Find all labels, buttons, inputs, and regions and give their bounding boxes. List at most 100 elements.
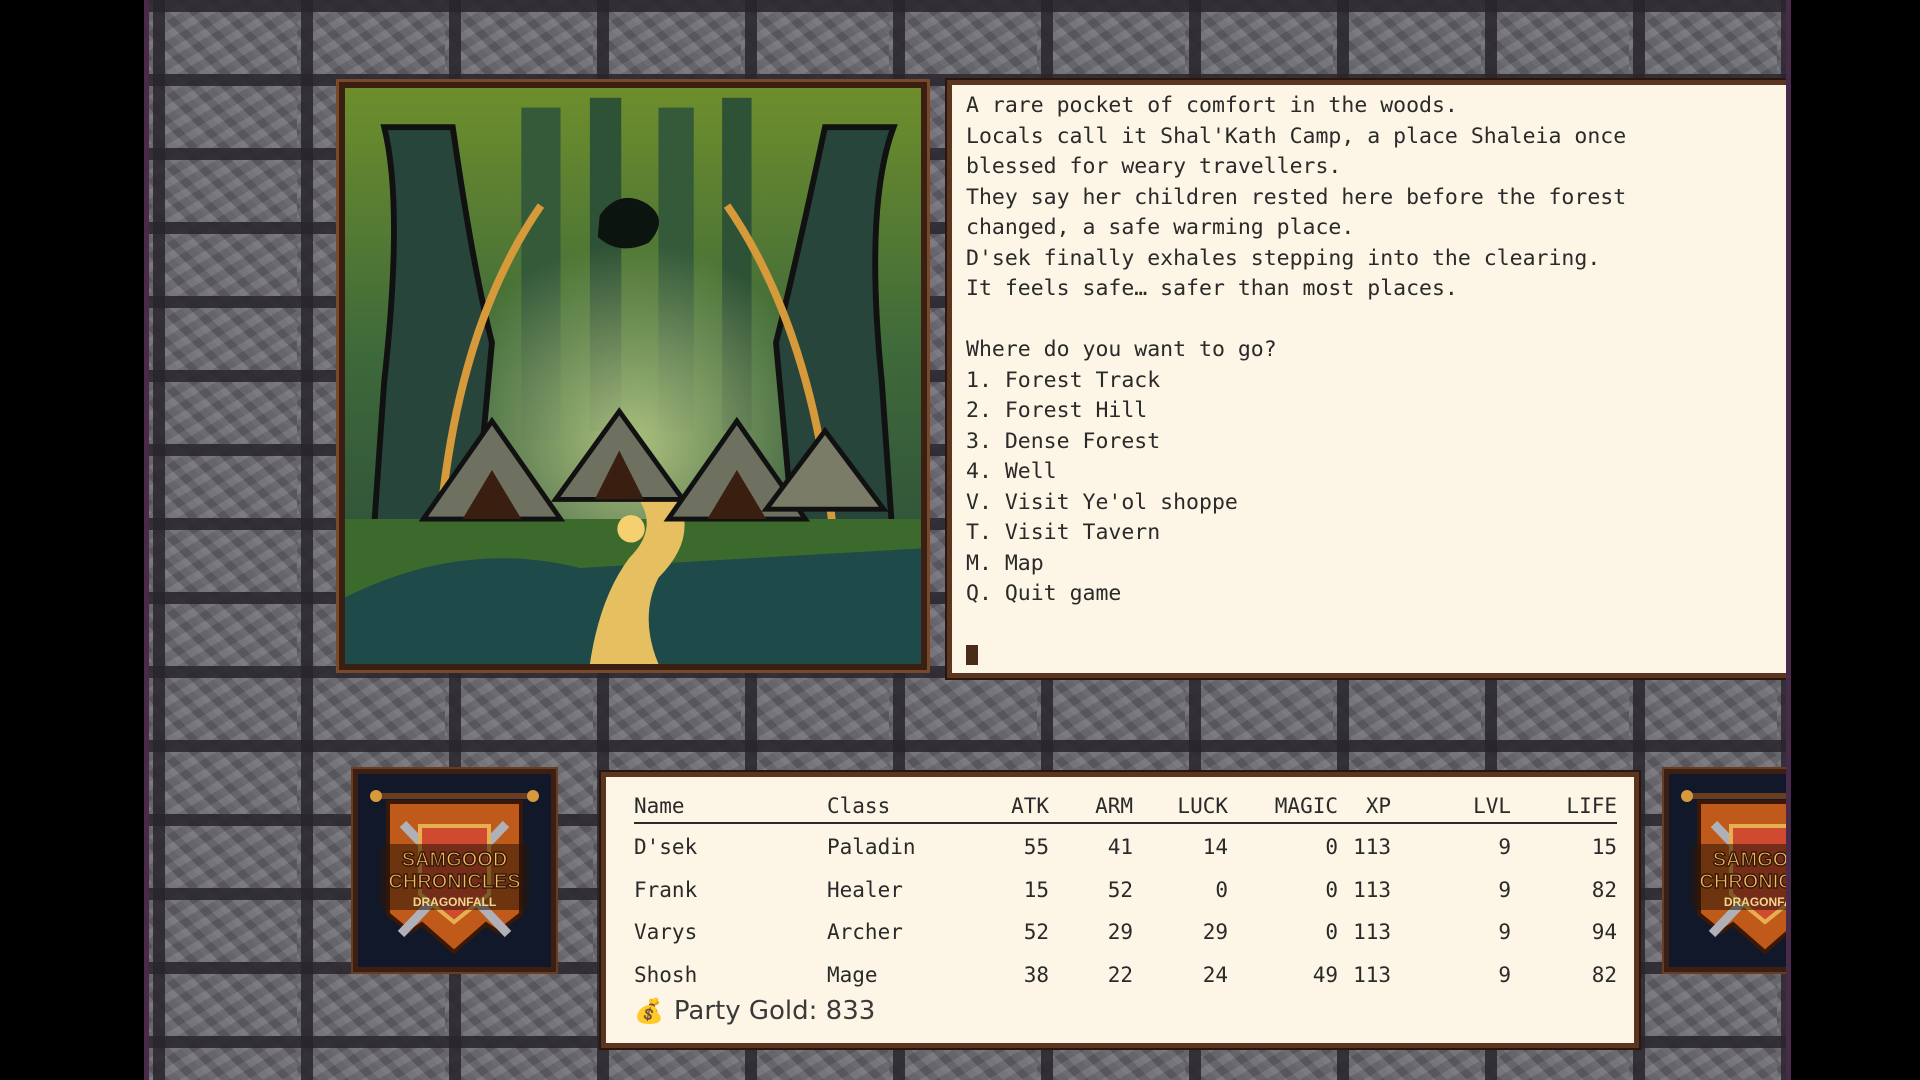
menu-option-key: 2. <box>966 398 992 423</box>
text-cursor <box>966 645 978 666</box>
menu-option-label: Visit Ye'ol shoppe <box>1004 489 1238 515</box>
member-magic: 0 <box>1325 877 1338 902</box>
menu-option[interactable]: 2. Forest Hill <box>966 398 1147 423</box>
col-header-class: Class <box>827 789 957 824</box>
member-atk: 15 <box>1023 877 1049 902</box>
narration-text: A rare pocket of comfort in the woods. L… <box>966 91 1786 335</box>
menu-option-key: T. <box>966 520 992 545</box>
crest-line2: CHRONICLES <box>388 871 520 893</box>
menu-option-key: 4. <box>966 459 992 484</box>
member-life: 82 <box>1591 962 1617 987</box>
narration-panel: A rare pocket of comfort in the woods. L… <box>947 80 1786 678</box>
menu-option-key: Q. <box>966 581 992 606</box>
member-xp: 113 <box>1353 920 1391 945</box>
narration-line: changed, a safe warming place. <box>966 215 1355 240</box>
member-name: Varys <box>634 920 698 945</box>
game-logo-icon: SAMGOOD CHRONICLES DRAGONFALL <box>1669 774 1791 967</box>
crest-right: SAMGOOD CHRONICLES DRAGONFALL <box>1664 769 1791 972</box>
menu-option[interactable]: M. Map <box>966 551 1044 576</box>
member-atk: 55 <box>1023 835 1049 860</box>
member-luck: 14 <box>1202 835 1228 860</box>
col-header-life: LIFE <box>1511 789 1617 824</box>
menu-option-key: 1. <box>966 367 992 393</box>
menu-option-label: Dense Forest <box>1004 428 1161 454</box>
party-stats-panel: Name Class ATK ARM LUCK MAGIC XP LVL LIF… <box>601 772 1639 1048</box>
menu-option[interactable]: Q. Quit game <box>966 581 1121 606</box>
menu-option-label: Forest Track <box>1004 367 1161 393</box>
member-magic: 0 <box>1325 835 1338 860</box>
col-header-arm: ARM <box>1049 789 1133 824</box>
member-atk: 38 <box>1023 962 1049 987</box>
table-row: Varys Archer 52 29 29 0 113 9 94 <box>634 911 1617 954</box>
member-arm: 41 <box>1107 835 1133 860</box>
forest-camp-image <box>345 88 921 664</box>
member-lvl: 9 <box>1498 835 1511 860</box>
crest-left: SAMGOOD CHRONICLES DRAGONFALL <box>353 769 556 972</box>
table-header-row: Name Class ATK ARM LUCK MAGIC XP LVL LIF… <box>634 789 1617 824</box>
party-gold-label: Party Gold: 833 <box>673 996 876 1026</box>
member-arm: 22 <box>1107 962 1133 987</box>
party-stats-table: Name Class ATK ARM LUCK MAGIC XP LVL LIF… <box>634 789 1617 996</box>
menu-option[interactable]: T. Visit Tavern <box>966 520 1160 545</box>
member-class: Paladin <box>827 835 916 860</box>
table-row: Shosh Mage 38 22 24 49 113 9 82 <box>634 954 1617 997</box>
narration-line: A rare pocket of comfort in the woods. <box>966 93 1458 118</box>
crest-line1: SAMGOOD <box>402 849 508 871</box>
member-name: D'sek <box>634 835 698 860</box>
col-header-lvl: LVL <box>1391 789 1511 824</box>
narration-line: D'sek finally exhales stepping into the … <box>966 245 1601 271</box>
crest-line3: DRAGONFALL <box>413 895 496 909</box>
table-row: D'sek Paladin 55 41 14 0 113 9 15 <box>634 823 1617 869</box>
member-lvl: 9 <box>1498 877 1511 902</box>
menu-option-key: V. <box>966 489 992 515</box>
menu-option-key: 3. <box>966 428 992 454</box>
member-class: Mage <box>827 962 878 987</box>
menu-option-key: M. <box>966 550 992 576</box>
crest-line2: CHRONICLES <box>1699 871 1791 893</box>
col-header-luck: LUCK <box>1133 789 1228 824</box>
member-arm: 52 <box>1107 877 1133 902</box>
stone-wall-background: A rare pocket of comfort in the woods. L… <box>144 0 1791 1080</box>
member-luck: 24 <box>1202 962 1228 987</box>
narration-line: It feels safe… safer than most places. <box>966 276 1458 301</box>
col-header-atk: ATK <box>957 789 1049 824</box>
menu-prompt: Where do you want to go? <box>966 337 1277 362</box>
member-atk: 52 <box>1023 920 1049 945</box>
table-row: Frank Healer 15 52 0 0 113 9 82 <box>634 869 1617 912</box>
command-input[interactable] <box>966 640 1786 671</box>
member-lvl: 9 <box>1498 920 1511 945</box>
menu-option-label: Forest Hill <box>1004 398 1148 423</box>
member-luck: 29 <box>1202 920 1228 945</box>
party-gold: 💰 Party Gold: 833 <box>634 996 1612 1026</box>
menu-option[interactable]: 3. Dense Forest <box>966 429 1160 454</box>
member-magic: 49 <box>1312 962 1338 987</box>
money-bag-icon: 💰 <box>634 997 664 1025</box>
member-life: 94 <box>1591 920 1617 945</box>
menu-option-label: Well <box>1004 459 1057 484</box>
member-xp: 113 <box>1353 877 1391 902</box>
narration-line: They say her children rested here before… <box>966 184 1627 210</box>
menu-option[interactable]: 1. Forest Track <box>966 368 1160 393</box>
member-class: Healer <box>827 877 903 902</box>
menu-text: Where do you want to go? 1. Forest Track… <box>966 335 1786 610</box>
member-arm: 29 <box>1107 920 1133 945</box>
crest-line3: DRAGONFALL <box>1724 895 1791 909</box>
narration-line: Locals call it Shal'Kath Camp, a place S… <box>966 123 1627 149</box>
narration-line: blessed for weary travellers. <box>966 154 1342 179</box>
col-header-magic: MAGIC <box>1228 789 1338 824</box>
member-life: 15 <box>1591 835 1617 860</box>
member-name: Shosh <box>634 962 698 987</box>
menu-option[interactable]: 4. Well <box>966 459 1057 484</box>
col-header-name: Name <box>634 789 827 824</box>
menu-option-label: Quit game <box>1004 581 1122 606</box>
member-magic: 0 <box>1325 920 1338 945</box>
menu-option-label: Visit Tavern <box>1004 520 1161 545</box>
col-header-xp: XP <box>1338 789 1391 824</box>
member-xp: 113 <box>1353 962 1391 987</box>
member-luck: 0 <box>1215 877 1228 902</box>
member-life: 82 <box>1591 877 1617 902</box>
member-xp: 113 <box>1353 835 1391 860</box>
crest-line1: SAMGOOD <box>1713 849 1791 871</box>
game-logo-icon: SAMGOOD CHRONICLES DRAGONFALL <box>358 774 551 967</box>
menu-option[interactable]: V. Visit Ye'ol shoppe <box>966 490 1238 515</box>
